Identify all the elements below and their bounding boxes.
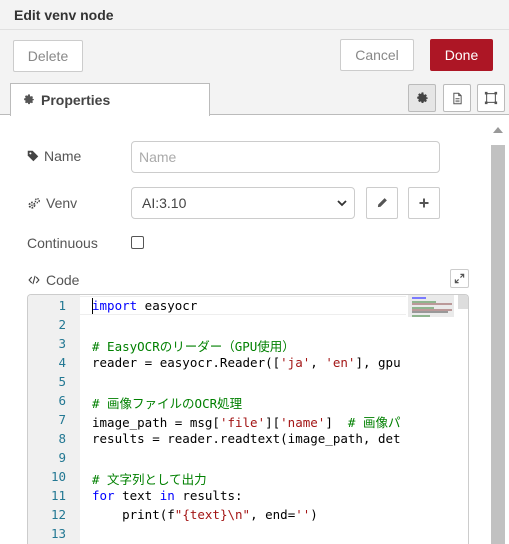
minimap-scroll[interactable] [458,295,468,309]
plus-icon [419,198,429,208]
code-line[interactable]: image_path = msg['file']['name'] # 画像パ [92,412,406,431]
name-input[interactable] [131,141,440,173]
tab-appearance[interactable] [477,84,505,112]
gears-icon [28,197,40,209]
line-number: 3 [58,336,66,351]
minimap-line [412,297,426,299]
tab-properties[interactable]: Properties [10,83,210,116]
line-number: 12 [50,507,66,522]
minimap-line [412,315,430,317]
code-line[interactable]: for text in results: [92,488,406,503]
code-line[interactable]: # 文字列として出力 [92,469,406,488]
chevron-down-icon [337,200,347,207]
tag-icon [27,150,39,162]
code-line[interactable]: print(f"{text}\n", end='') [92,507,406,522]
line-number: 13 [50,526,66,541]
venv-label: Venv [27,194,77,212]
scroll-thumb[interactable] [491,145,505,544]
document-icon [452,92,462,104]
line-number: 11 [50,488,66,503]
gear-icon [416,91,428,103]
line-number: 1 [58,298,66,313]
pencil-icon [377,198,387,208]
edit-venv-button[interactable] [366,187,398,219]
name-label: Name [27,147,81,165]
delete-button[interactable]: Delete [13,40,83,72]
form-scrollbar[interactable] [491,127,505,544]
line-number: 6 [58,393,66,408]
minimap-line [412,303,452,305]
code-icon [28,275,40,285]
tab-description[interactable] [443,84,471,112]
continuous-label: Continuous [27,235,98,251]
expand-editor-button[interactable] [450,269,469,288]
tray-header: Edit venv node [0,0,509,30]
add-venv-button[interactable] [408,187,440,219]
expand-icon [454,273,465,284]
gear-icon [24,94,34,105]
tray-title: Edit venv node [14,7,114,23]
line-number: 9 [58,450,66,465]
code-line[interactable]: import easyocr [92,298,406,313]
code-line[interactable]: reader = easyocr.Reader(['ja', 'en'], gp… [92,355,406,370]
line-number: 8 [58,431,66,446]
line-number: 2 [58,317,66,332]
line-number: 5 [58,374,66,389]
line-number: 4 [58,355,66,370]
continuous-checkbox[interactable] [131,236,144,249]
done-button[interactable]: Done [430,39,493,71]
cancel-button[interactable]: Cancel [340,39,414,71]
venv-select-value: AI:3.10 [142,195,187,211]
tab-properties-label: Properties [41,92,111,108]
code-editor[interactable]: 1 2 3 4 5 6 7 8 9 10 11 12 13 import eas… [27,294,469,544]
code-label-text: Code [46,272,80,288]
name-label-text: Name [44,148,82,164]
scroll-up-arrow-icon[interactable] [493,127,503,133]
minimap-line [412,311,448,313]
line-number: 7 [58,412,66,427]
frame-icon [484,91,498,105]
line-gutter: 1 2 3 4 5 6 7 8 9 10 11 12 13 [28,295,80,544]
tab-settings[interactable] [408,84,436,112]
code-line[interactable]: # EasyOCRのリーダー（GPU使用） [92,336,406,355]
venv-select[interactable]: AI:3.10 [131,187,355,219]
venv-label-text: Venv [46,195,78,211]
tab-bar: Properties [0,82,509,116]
code-line[interactable]: results = reader.readtext(image_path, de… [92,431,406,446]
line-number: 10 [50,469,66,484]
tray-toolbar: Delete Cancel Done [0,30,509,82]
code-minimap[interactable] [408,295,468,544]
code-line[interactable]: # 画像ファイルのOCR処理 [92,393,406,412]
code-label: Code [27,271,79,289]
